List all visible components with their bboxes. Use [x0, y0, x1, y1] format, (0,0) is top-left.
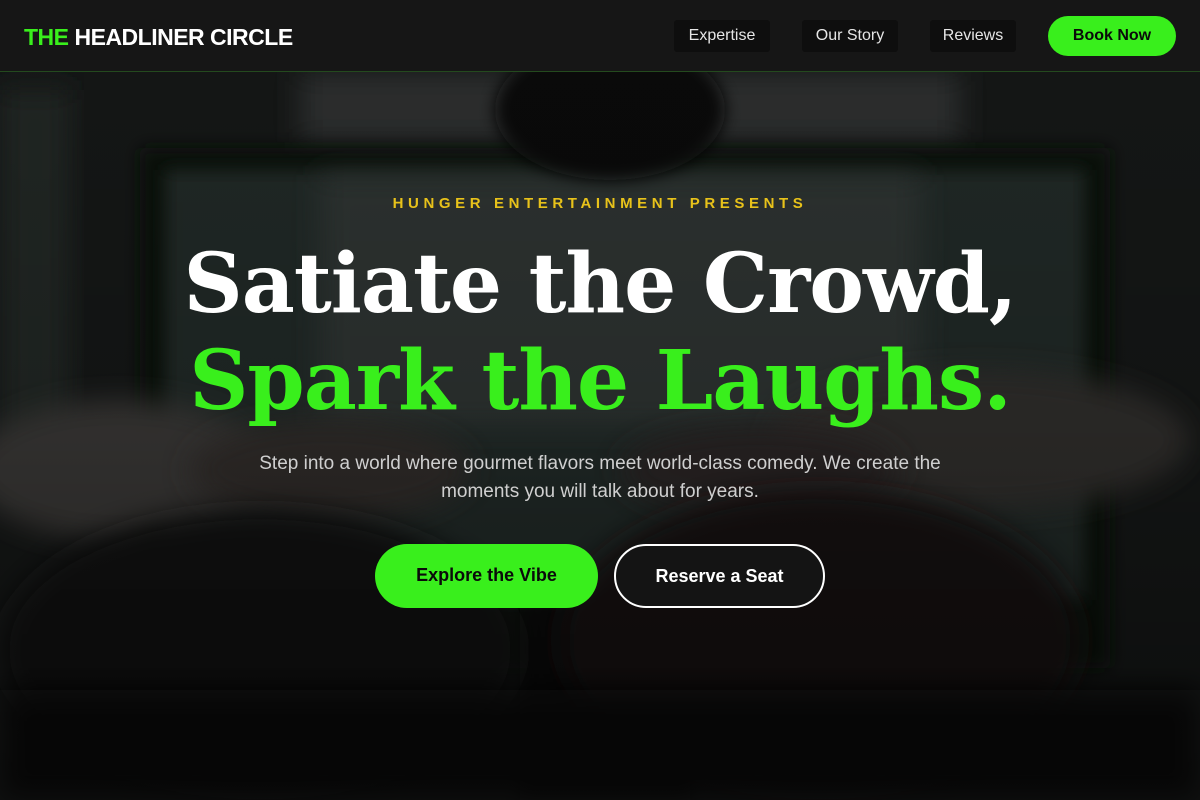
site-logo[interactable]: THE HEADLINER CIRCLE: [24, 22, 293, 52]
logo-accent-text: THE: [24, 24, 69, 50]
logo-text: HEADLINER CIRCLE: [74, 24, 294, 50]
nav-link-reviews[interactable]: Reviews: [930, 20, 1016, 52]
nav-link-expertise[interactable]: Expertise: [674, 20, 770, 52]
site-header: THE HEADLINER CIRCLE Expertise Our Story …: [0, 0, 1200, 72]
book-now-button[interactable]: Book Now: [1048, 16, 1176, 56]
explore-the-vibe-button[interactable]: Explore the Vibe: [375, 544, 598, 608]
hero-subtext: Step into a world where gourmet flavors …: [259, 453, 941, 502]
landing-page: THE HEADLINER CIRCLE Expertise Our Story …: [0, 0, 1200, 800]
hero-headline-line-2: Spark the Laughs.: [189, 333, 1012, 429]
hero-eyebrow: HUNGER ENTERTAINMENT PRESENTS: [392, 195, 808, 212]
nav-link-our-story[interactable]: Our Story: [802, 20, 898, 52]
reserve-a-seat-button[interactable]: Reserve a Seat: [614, 544, 825, 608]
hero-headline-line-1: Satiate the Crowd,: [183, 236, 1018, 332]
